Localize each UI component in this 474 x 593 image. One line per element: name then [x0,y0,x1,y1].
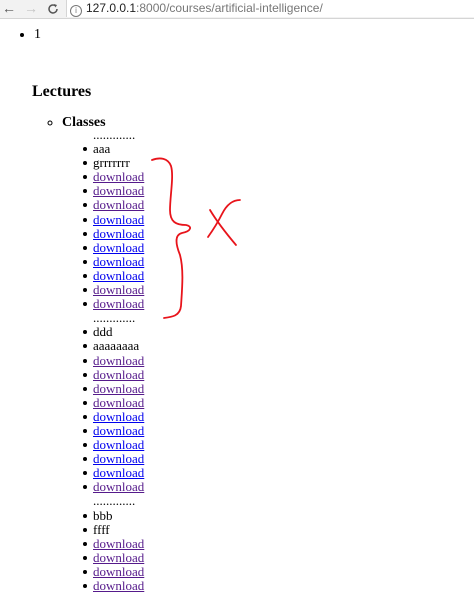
download-link[interactable]: download [93,465,144,480]
list-item[interactable]: download [82,268,144,283]
download-link[interactable]: download [93,212,144,227]
list-item[interactable]: download [82,395,144,410]
download-link[interactable]: download [93,282,144,297]
list-item[interactable]: download [82,550,144,565]
download-link[interactable]: download [93,437,144,452]
download-link[interactable]: download [93,183,144,198]
list-item[interactable]: download [82,197,144,212]
url-host: 127.0.0.1 [86,1,137,15]
download-link[interactable]: download [93,536,144,551]
download-link[interactable]: download [93,451,144,466]
list-item[interactable]: download [82,578,144,593]
list-item[interactable]: download [82,437,144,452]
list-item [34,14,41,28]
separator-text: ............. [93,493,136,509]
download-link[interactable]: download [93,409,144,424]
url-path: :8000/courses/artificial-intelligence/ [136,1,323,15]
list-item[interactable]: download [82,212,144,227]
back-arrow-icon[interactable]: ← [0,0,18,18]
list-item: aaa [82,142,144,156]
download-link[interactable]: download [93,367,144,382]
download-link[interactable]: download [93,479,144,494]
list-item[interactable]: download [82,451,144,466]
list-item[interactable]: download [82,226,144,241]
list-item[interactable]: download [82,367,144,382]
list-item[interactable]: download [82,296,144,311]
list-item[interactable]: download [82,536,144,551]
list-item[interactable]: download [82,240,144,255]
list-item[interactable]: download [82,479,144,494]
download-link[interactable]: download [93,197,144,212]
download-link[interactable]: download [93,423,144,438]
download-link[interactable]: download [93,226,144,241]
lecture-items: ............. aaa grrrrrrr download download… [82,127,144,593]
list-item[interactable]: download [82,465,144,480]
list-item[interactable]: download [82,183,144,198]
download-link[interactable]: download [93,395,144,410]
info-icon[interactable]: i [70,5,82,17]
list-item: aaaaaaaa [82,339,144,353]
list-item[interactable]: download [82,423,144,438]
list-item[interactable]: download [82,409,144,424]
download-link[interactable]: download [93,240,144,255]
download-link[interactable]: download [93,564,144,579]
download-link[interactable]: download [93,169,144,184]
list-item[interactable]: download [82,254,144,269]
list-item: ddd [82,325,144,339]
list-item: 1 [34,28,41,42]
address-bar[interactable]: i 127.0.0.1:8000/courses/artificial-intel… [66,0,474,17]
lectures-heading: Lectures [32,83,92,100]
download-link[interactable]: download [93,254,144,269]
list-item[interactable]: download [82,282,144,297]
top-list: 1 [18,14,41,42]
separator-text: ............. [93,310,136,326]
separator-text: ............. [93,127,136,142]
list-item: bbb [82,508,144,523]
download-link[interactable]: download [93,353,144,368]
download-link[interactable]: download [93,268,144,283]
download-link[interactable]: download [93,550,144,565]
list-item[interactable]: download [82,381,144,396]
download-link[interactable]: download [93,296,144,311]
list-item[interactable]: download [82,564,144,579]
browser-toolbar: ← → i 127.0.0.1:8000/courses/artificial-i… [0,0,474,19]
list-item: grrrrrrr [82,156,144,170]
list-item: ffff [82,522,144,537]
download-link[interactable]: download [93,578,144,593]
download-link[interactable]: download [93,381,144,396]
reload-icon[interactable] [44,0,62,18]
list-item[interactable]: download [82,353,144,368]
list-item[interactable]: download [82,169,144,184]
